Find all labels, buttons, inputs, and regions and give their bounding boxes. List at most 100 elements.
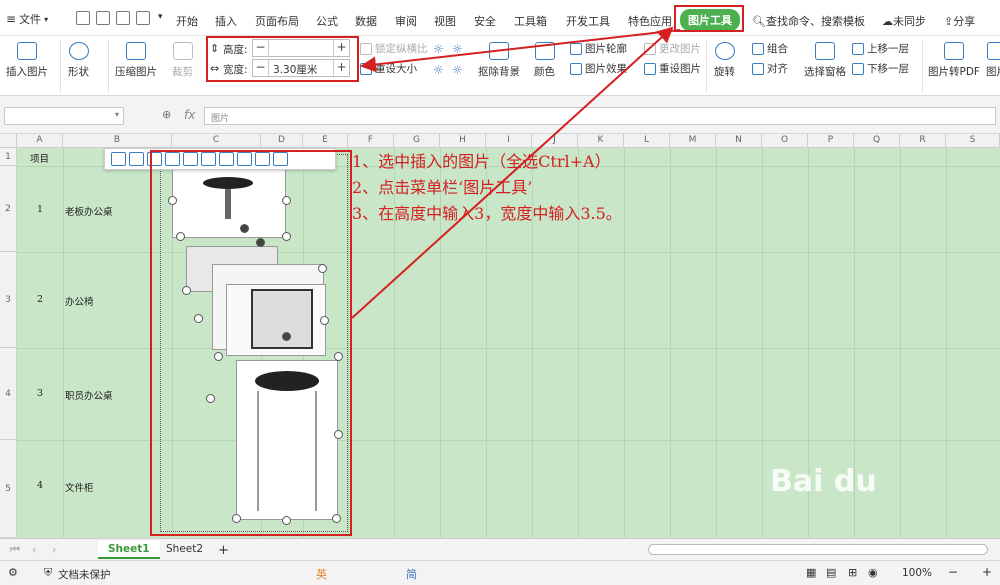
col-header-K[interactable]: K bbox=[578, 134, 624, 148]
tab-developer[interactable]: 开发工具 bbox=[566, 13, 610, 29]
tab-toolbox[interactable]: 工具箱 bbox=[514, 13, 547, 29]
align-center-icon[interactable] bbox=[129, 152, 144, 166]
col-header-L[interactable]: L bbox=[624, 134, 670, 148]
print-icon[interactable] bbox=[116, 11, 130, 25]
search-command[interactable]: 🔍︎查找命令、搜索模板 bbox=[752, 13, 865, 29]
col-header-F[interactable]: F bbox=[348, 134, 394, 148]
selection-pane-button[interactable]: 选择窗格 bbox=[804, 42, 846, 79]
col-header-P[interactable]: P bbox=[808, 134, 854, 148]
tab-home[interactable]: 开始 bbox=[176, 13, 198, 29]
horizontal-scrollbar[interactable] bbox=[648, 544, 988, 555]
add-sheet-button[interactable]: + bbox=[208, 541, 239, 559]
width-value[interactable]: 3.30厘米 bbox=[271, 62, 331, 77]
zoom-in-icon[interactable]: + bbox=[982, 565, 992, 579]
compress-picture-button[interactable]: 压缩图片 bbox=[115, 42, 157, 79]
remove-background-button[interactable]: 抠除背景 bbox=[478, 42, 520, 79]
zoom-in-icon[interactable]: ⊕ bbox=[162, 108, 171, 121]
cell-r3-name[interactable]: 办公椅 bbox=[65, 294, 94, 308]
col-header-G[interactable]: G bbox=[394, 134, 440, 148]
save-icon[interactable] bbox=[96, 11, 110, 25]
corner-cell[interactable] bbox=[0, 134, 17, 148]
col-header-E[interactable]: E bbox=[303, 134, 348, 148]
col-header-J[interactable]: J bbox=[532, 134, 578, 148]
tab-data[interactable]: 数据 bbox=[355, 13, 377, 29]
height-stepper[interactable]: − + bbox=[252, 39, 350, 57]
shape-button[interactable]: 形状 bbox=[68, 42, 89, 79]
nav-next-icon[interactable]: › bbox=[52, 543, 56, 556]
align-left-icon[interactable] bbox=[111, 152, 126, 166]
send-backward-button[interactable]: 下移一层 bbox=[852, 61, 909, 76]
col-header-B[interactable]: B bbox=[63, 134, 172, 148]
view-read-icon[interactable]: ⊞ bbox=[848, 566, 857, 579]
tab-features[interactable]: 特色应用 bbox=[628, 13, 672, 29]
crop-button[interactable]: 裁剪 bbox=[172, 42, 193, 79]
col-header-A[interactable]: A bbox=[17, 134, 63, 148]
width-decrease-button[interactable]: − bbox=[253, 60, 269, 76]
cell-r5-num[interactable]: 4 bbox=[37, 480, 43, 491]
rotate-button[interactable]: 旋转 bbox=[714, 42, 735, 79]
picture-more-button[interactable]: 图片 bbox=[986, 42, 1000, 79]
tab-security[interactable]: 安全 bbox=[474, 13, 496, 29]
col-header-M[interactable]: M bbox=[670, 134, 716, 148]
protect-status[interactable]: 文档未保护 bbox=[58, 567, 111, 582]
align-button[interactable]: 对齐 bbox=[752, 61, 788, 76]
brightness-icon[interactable]: ☼ bbox=[433, 42, 444, 56]
ime-indicator[interactable]: 英 bbox=[316, 566, 327, 582]
height-increase-button[interactable]: + bbox=[333, 40, 349, 56]
col-header-R[interactable]: R bbox=[900, 134, 946, 148]
ime-simplified[interactable]: 简 bbox=[406, 566, 417, 582]
group-button[interactable]: 组合 bbox=[752, 41, 788, 56]
color-button[interactable]: 颜色 bbox=[534, 42, 555, 79]
name-box[interactable]: ▾ bbox=[4, 107, 124, 125]
share-button[interactable]: ⇪分享 bbox=[944, 13, 975, 29]
sheet-grid[interactable]: A B C D E F G H I J K L M N O P Q R S 1 … bbox=[0, 134, 1000, 538]
file-menu[interactable]: ≡ 文件 ▾ bbox=[6, 10, 48, 28]
view-normal-icon[interactable]: ▦ bbox=[806, 566, 816, 579]
reset-picture-button[interactable]: 重设图片 bbox=[644, 61, 701, 76]
row-header-1[interactable]: 1 bbox=[0, 148, 17, 166]
tab-formulas[interactable]: 公式 bbox=[316, 13, 338, 29]
cell-r4-num[interactable]: 3 bbox=[37, 388, 43, 399]
cell-r2-num[interactable]: 1 bbox=[37, 204, 43, 215]
col-header-N[interactable]: N bbox=[716, 134, 762, 148]
col-header-S[interactable]: S bbox=[946, 134, 1000, 148]
bring-forward-button[interactable]: 上移一层 bbox=[852, 41, 909, 56]
nav-first-icon[interactable]: ⏮ bbox=[10, 543, 20, 557]
sheet-tab-1[interactable]: Sheet1 bbox=[98, 541, 160, 559]
tab-review[interactable]: 审阅 bbox=[395, 13, 417, 29]
fx-icon[interactable]: fx bbox=[184, 108, 195, 122]
width-stepper[interactable]: − 3.30厘米 + bbox=[252, 59, 350, 77]
reset-size-button[interactable]: 重设大小 bbox=[360, 61, 417, 76]
col-header-O[interactable]: O bbox=[762, 134, 808, 148]
cell-r5-name[interactable]: 文件柜 bbox=[65, 480, 94, 494]
preview-icon[interactable] bbox=[136, 11, 150, 25]
eye-icon[interactable]: ◉ bbox=[868, 566, 878, 579]
nav-prev-icon[interactable]: ‹ bbox=[32, 543, 36, 556]
row-header-2[interactable]: 2 bbox=[0, 166, 17, 252]
row-header-5[interactable]: 5 bbox=[0, 440, 17, 538]
cell-header[interactable]: 项目 bbox=[30, 151, 49, 165]
new-file-icon[interactable] bbox=[76, 11, 90, 25]
dim2-icon[interactable]: ☼ bbox=[452, 63, 463, 77]
cell-r3-num[interactable]: 2 bbox=[37, 294, 43, 305]
height-decrease-button[interactable]: − bbox=[253, 40, 269, 56]
more-quick-icon[interactable]: ▾ bbox=[158, 12, 163, 22]
tab-view[interactable]: 视图 bbox=[434, 13, 456, 29]
tab-insert[interactable]: 插入 bbox=[215, 13, 237, 29]
insert-picture-button[interactable]: 插入图片 bbox=[6, 42, 48, 79]
formula-input[interactable]: 图片 bbox=[204, 107, 996, 125]
sheet-tab-2[interactable]: Sheet2 bbox=[156, 541, 213, 559]
dim-icon[interactable]: ☼ bbox=[433, 63, 444, 77]
width-increase-button[interactable]: + bbox=[333, 60, 349, 76]
cell-r2-name[interactable]: 老板办公桌 bbox=[65, 204, 113, 218]
lock-ratio-checkbox[interactable]: 锁定纵横比 bbox=[360, 41, 428, 56]
col-header-H[interactable]: H bbox=[440, 134, 486, 148]
view-page-icon[interactable]: ▤ bbox=[826, 566, 836, 579]
change-picture-button[interactable]: 更改图片 bbox=[644, 41, 701, 56]
sync-status[interactable]: ☁未同步 bbox=[882, 13, 926, 29]
col-header-C[interactable]: C bbox=[172, 134, 261, 148]
contrast-icon[interactable]: ☼ bbox=[452, 42, 463, 56]
row-header-3[interactable]: 3 bbox=[0, 252, 17, 348]
tab-page-layout[interactable]: 页面布局 bbox=[255, 13, 299, 29]
zoom-out-icon[interactable]: − bbox=[948, 565, 958, 579]
